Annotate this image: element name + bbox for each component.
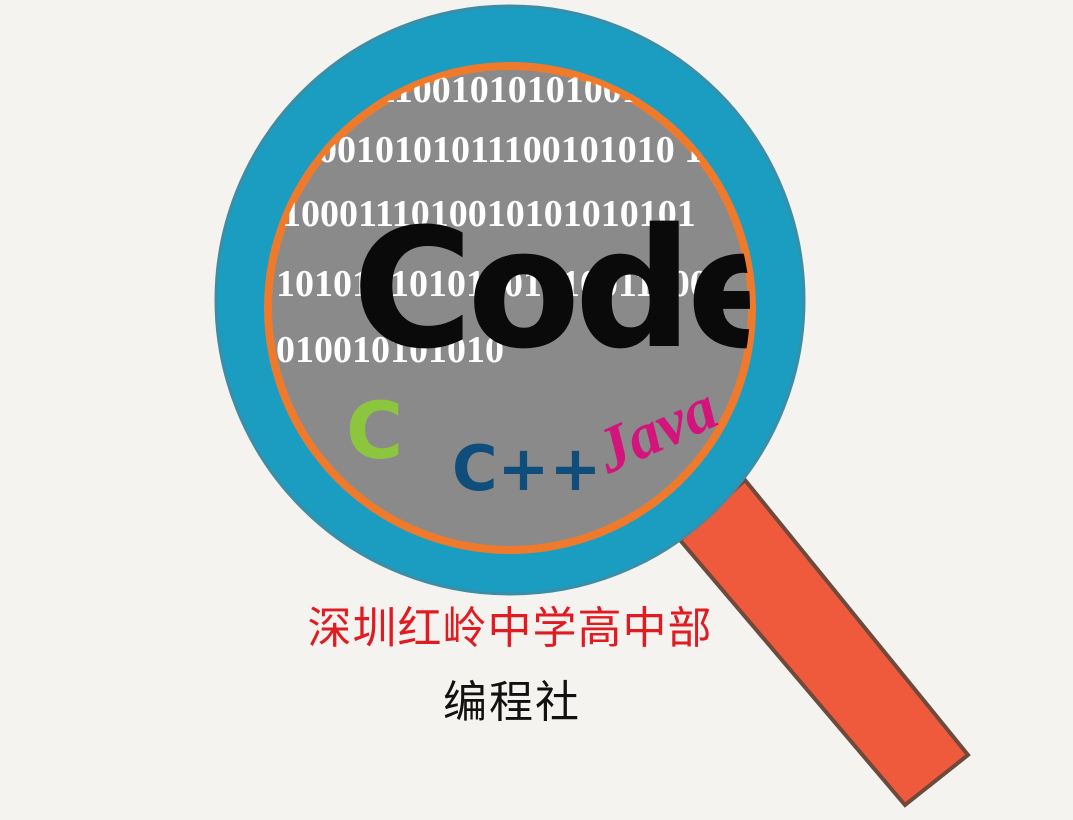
binary-line: 0010101011100101010 1 <box>318 129 703 171</box>
code-headline: Code <box>352 193 792 385</box>
club-name: 编程社 <box>443 677 581 728</box>
language-cpp: C++ <box>452 432 601 505</box>
school-name: 深圳红岭中学高中部 <box>307 603 713 654</box>
language-c: C <box>346 387 403 477</box>
